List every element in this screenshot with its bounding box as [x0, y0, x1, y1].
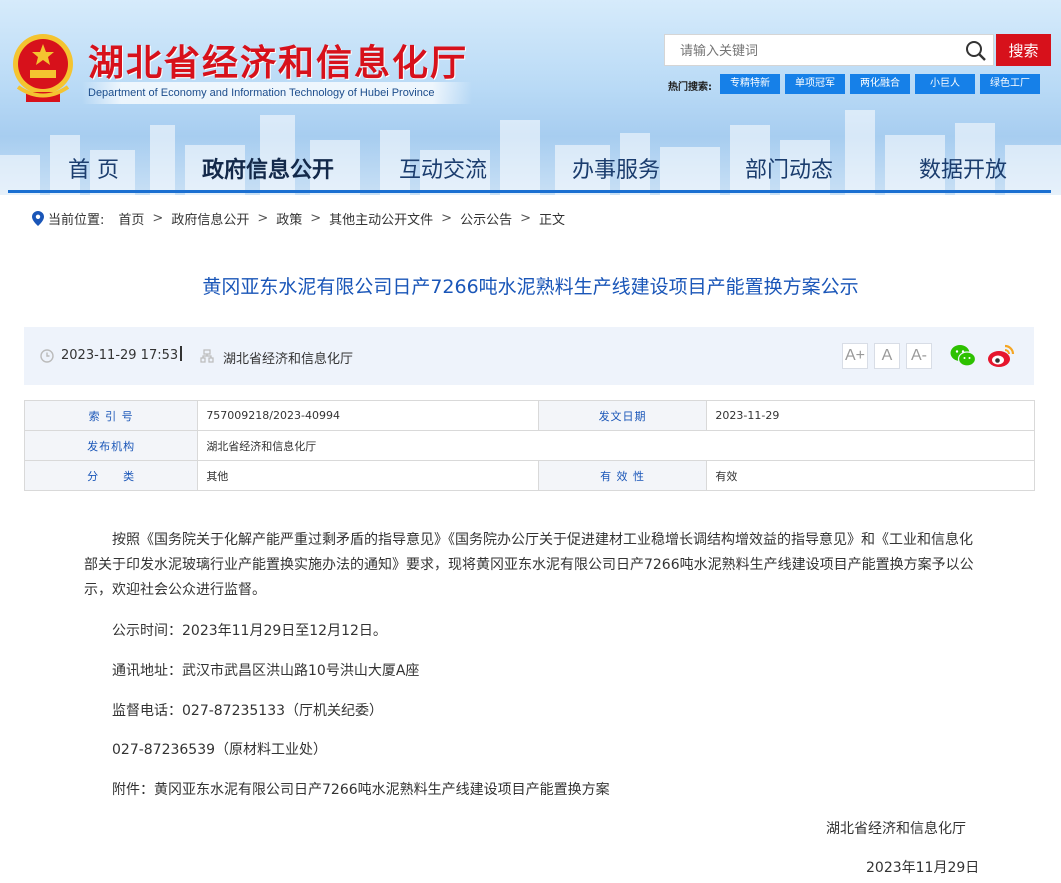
nav-item-department-news[interactable]: 部门动态 — [745, 152, 833, 184]
weibo-icon[interactable] — [987, 343, 1015, 369]
supervision-phone: 监督电话：027-87235133（厅机关纪委） — [112, 703, 384, 719]
national-emblem-logo — [13, 34, 73, 102]
info-value: 湖北省经济和信息化厅 — [197, 430, 1035, 461]
table-row: 索 引 号 757009218/2023-40994 发文日期 2023-11-… — [23, 400, 1035, 431]
hot-search-label: 热门搜索: — [668, 82, 712, 93]
signature-date: 2023年11月29日 — [866, 860, 980, 876]
search-button[interactable]: 搜索 — [996, 34, 1051, 66]
breadcrumb-label: 当前位置: — [48, 212, 105, 228]
document-info-table: 索 引 号 757009218/2023-40994 发文日期 2023-11-… — [23, 400, 1035, 491]
supervision-phone-2: 027-87236539（原材料工业处） — [112, 742, 328, 758]
nav-item-interaction[interactable]: 互动交流 — [399, 152, 487, 184]
hot-tag[interactable]: 专精特新 — [720, 74, 780, 94]
breadcrumb: 当前位置: 首页 > 政府信息公开 > 政策 > 其他主动公开文件 > 公示公告… — [32, 209, 566, 228]
article-meta-bar: 2023-11-29 17:53 湖北省经济和信息化厅 A+ A A- — [24, 327, 1034, 385]
site-header: 湖北省经济和信息化厅 Department of Economy and Inf… — [0, 0, 1061, 195]
font-reset-button[interactable]: A — [874, 343, 900, 369]
table-row: 分 类 其他 有 效 性 有效 — [23, 460, 1035, 491]
info-value: 有效 — [706, 460, 1035, 491]
breadcrumb-separator: > — [441, 210, 453, 226]
body-paragraph: 按照《国务院关于化解产能严重过剩矛盾的指导意见》《国务院办公厅关于促进建材工业稳… — [84, 532, 974, 598]
site-title: 湖北省经济和信息化厅 — [88, 43, 469, 84]
breadcrumb-item[interactable]: 公示公告 — [460, 209, 512, 228]
info-key: 索 引 号 — [23, 400, 199, 431]
wechat-icon[interactable] — [950, 344, 976, 368]
breadcrumb-separator: > — [257, 210, 269, 226]
location-pin-icon — [32, 210, 44, 226]
nav-item-open-data[interactable]: 数据开放 — [919, 152, 1007, 184]
info-key: 有 效 性 — [537, 460, 708, 491]
breadcrumb-separator: > — [152, 210, 164, 226]
nav-item-home[interactable]: 首 页 — [68, 152, 119, 184]
hot-tag[interactable]: 两化融合 — [850, 74, 910, 94]
hot-tag[interactable]: 小巨人 — [915, 74, 975, 94]
font-increase-button[interactable]: A+ — [842, 343, 868, 369]
site-subtitle: Department of Economy and Information Te… — [82, 82, 472, 104]
meta-divider — [180, 346, 182, 361]
table-row: 发布机构 湖北省经济和信息化厅 — [23, 430, 1035, 461]
hot-tag[interactable]: 单项冠军 — [785, 74, 845, 94]
info-key: 分 类 — [23, 460, 199, 491]
nav-item-services[interactable]: 办事服务 — [572, 152, 660, 184]
search-box — [664, 34, 994, 66]
info-value: 2023-11-29 — [706, 400, 1035, 431]
publicity-time: 公示时间：2023年11月29日至12月12日。 — [112, 623, 387, 639]
info-key: 发文日期 — [537, 400, 708, 431]
main-nav: 首 页 政府信息公开 互动交流 办事服务 部门动态 数据开放 — [0, 140, 1061, 192]
publish-date: 2023-11-29 17:53 — [61, 348, 179, 363]
clock-icon — [40, 349, 54, 363]
breadcrumb-item[interactable]: 政府信息公开 — [171, 209, 249, 228]
font-decrease-button[interactable]: A- — [906, 343, 932, 369]
article-title: 黄冈亚东水泥有限公司日产7266吨水泥熟料生产线建设项目产能置换方案公示 — [202, 276, 859, 298]
search-input[interactable] — [665, 35, 955, 65]
attachment-link[interactable]: 附件：黄冈亚东水泥有限公司日产7266吨水泥熟料生产线建设项目产能置换方案 — [112, 779, 610, 799]
contact-address: 通讯地址：武汉市武昌区洪山路10号洪山大厦A座 — [112, 663, 420, 679]
breadcrumb-separator: > — [310, 210, 322, 226]
breadcrumb-separator: > — [520, 210, 531, 226]
info-value: 757009218/2023-40994 — [197, 400, 539, 431]
info-value: 其他 — [197, 460, 539, 491]
breadcrumb-item[interactable]: 政策 — [276, 209, 302, 228]
organization-icon — [200, 349, 214, 363]
search-icon[interactable] — [965, 40, 987, 62]
hot-tag[interactable]: 绿色工厂 — [980, 74, 1040, 94]
article-body: 按照《国务院关于化解产能严重过剩矛盾的指导意见》《国务院办公厅关于促进建材工业稳… — [84, 528, 980, 603]
info-key: 发布机构 — [23, 430, 199, 461]
breadcrumb-item[interactable]: 首页 — [118, 209, 144, 228]
nav-underline — [8, 190, 1051, 193]
signature-org: 湖北省经济和信息化厅 — [826, 821, 966, 837]
hot-search-tags: 专精特新 单项冠军 两化融合 小巨人 绿色工厂 — [720, 74, 1040, 94]
nav-item-gov-info[interactable]: 政府信息公开 — [202, 152, 334, 184]
breadcrumb-item[interactable]: 其他主动公开文件 — [329, 209, 433, 228]
article-source: 湖北省经济和信息化厅 — [223, 352, 354, 367]
breadcrumb-item-current: 正文 — [539, 212, 566, 228]
